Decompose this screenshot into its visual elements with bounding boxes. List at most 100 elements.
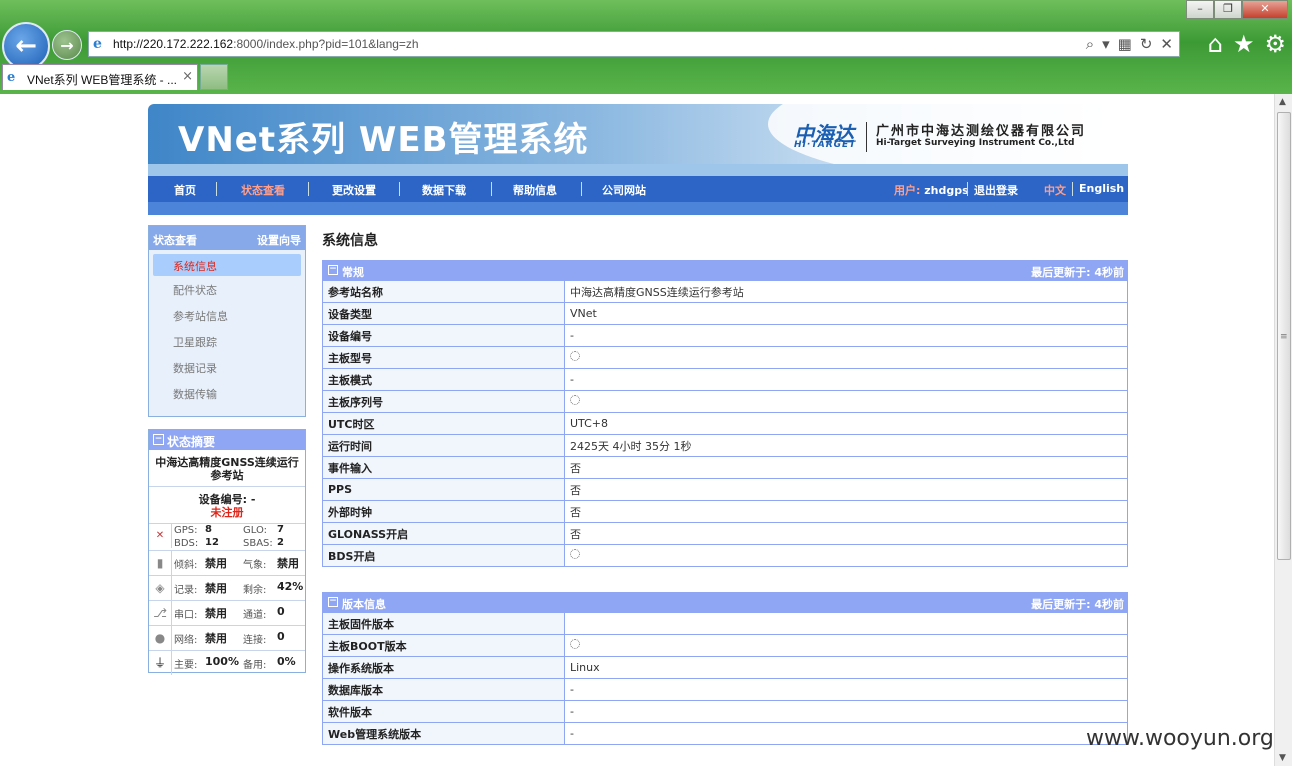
sidebar-item-data-transfer[interactable]: 数据传输 [149, 380, 305, 406]
row-label: 主板序列号 [322, 390, 565, 413]
url-text[interactable]: http://220.172.222.162:8000/index.php?pi… [113, 37, 419, 51]
watermark: www.wooyun.org [1086, 726, 1274, 751]
arrow-right-icon: → [60, 35, 74, 55]
scroll-grip-icon: ≡ [1280, 332, 1288, 342]
vertical-scrollbar[interactable]: ▲ ≡ ▼ [1274, 94, 1292, 766]
company-logo-en: HI·TARGET [794, 140, 857, 150]
nav-help[interactable]: 帮助信息 [513, 182, 557, 198]
sidebar-header: 状态查看 设置向导 [149, 226, 305, 250]
general-info-table: 参考站名称 中海达高精度GNSS连续运行参考站 设备类型 VNet 设备编号 - 主板型号主… [322, 280, 1128, 567]
scroll-down-icon[interactable]: ▼ [1279, 753, 1286, 763]
favorites-star-icon[interactable]: ★ [1233, 30, 1255, 58]
version-panel-header[interactable]: − 版本信息 最后更新于: 4秒前 [322, 592, 1128, 612]
nav-divider [491, 182, 492, 196]
row-label: 数据库版本 [322, 678, 565, 701]
status-summary-header[interactable]: − 状态摘要 [149, 430, 305, 450]
row-value: - [564, 324, 1128, 347]
lang-english[interactable]: English [1079, 182, 1124, 195]
row-label: 参考站名称 [322, 280, 565, 303]
logout-link[interactable]: 退出登录 [974, 182, 1018, 198]
station-name: 中海达高精度GNSS连续运行参考站 [149, 450, 305, 487]
nav-company-site[interactable]: 公司网站 [602, 182, 646, 198]
current-user: 用户: zhdgps [894, 184, 969, 197]
row-value: 否 [564, 500, 1128, 523]
nav-home[interactable]: 首页 [174, 182, 196, 198]
row-label: 事件输入 [322, 456, 565, 479]
window-controls: – ❐ ✕ [1186, 0, 1288, 19]
chevron-down-icon[interactable]: ▾ [1102, 35, 1110, 53]
collapse-icon[interactable]: − [328, 597, 338, 607]
row-value: 2425天 4小时 35分 1秒 [564, 434, 1128, 457]
row-value: UTC+8 [564, 412, 1128, 435]
row-label: 外部时钟 [322, 500, 565, 523]
compatibility-view-icon[interactable]: ▦ [1118, 35, 1132, 53]
row-value [564, 544, 1128, 567]
collapse-icon[interactable]: − [153, 434, 164, 445]
satellite-row: ✕ GPS: 8 GLO: 7 BDS: 12 SBAS: 2 [149, 524, 305, 551]
sidebar-item-accessory-status[interactable]: 配件状态 [149, 276, 305, 302]
nav-settings[interactable]: 更改设置 [332, 182, 376, 198]
new-tab-button[interactable] [200, 64, 228, 90]
close-window-button[interactable]: ✕ [1242, 0, 1288, 19]
back-button[interactable]: ← [2, 22, 50, 70]
arrow-left-icon: ← [15, 31, 37, 61]
status-summary: − 状态摘要 中海达高精度GNSS连续运行参考站 设备编号: - 未注册 ✕ G… [148, 429, 306, 675]
nav-download[interactable]: 数据下载 [422, 182, 466, 198]
scroll-up-icon[interactable]: ▲ [1279, 97, 1286, 107]
version-info-table: 主板固件版本 主板BOOT版本 操作系统版本 Linux 数据库版本 - 软件版本 - Web管… [322, 612, 1128, 745]
row-value: - [564, 368, 1128, 391]
row-label: UTC时区 [322, 412, 565, 435]
row-label: 操作系统版本 [322, 656, 565, 679]
sidebar-item-system-info[interactable]: 系统信息 [153, 254, 301, 276]
sidebar-item-satellite-tracking[interactable]: 卫星跟踪 [149, 328, 305, 354]
row-value [564, 390, 1128, 413]
nav-divider [1072, 182, 1073, 196]
home-icon[interactable]: ⌂ [1208, 30, 1223, 58]
table-row: UTC时区 UTC+8 [322, 412, 1128, 435]
table-row: 设备编号 - [322, 324, 1128, 347]
sidebar-item-station-info[interactable]: 参考站信息 [149, 302, 305, 328]
table-row: 主板固件版本 [322, 612, 1128, 635]
nav-divider [967, 182, 968, 196]
forward-button[interactable]: → [52, 30, 82, 60]
main-nav: 首页 状态查看 更改设置 数据下载 帮助信息 公司网站 用户: zhdgps 退… [148, 176, 1128, 202]
sidebar-item-data-logging[interactable]: 数据记录 [149, 354, 305, 380]
row-label: Web管理系统版本 [322, 722, 565, 745]
nav-divider [216, 182, 217, 196]
table-row: 设备类型 VNet [322, 302, 1128, 325]
row-value: - [564, 700, 1128, 723]
gear-icon[interactable]: ⚙ [1264, 30, 1286, 58]
row-label: PPS [322, 478, 565, 501]
row-value: 否 [564, 478, 1128, 501]
sidebar-menu: 状态查看 设置向导 系统信息 配件状态 参考站信息 卫星跟踪 数据记录 数据传输 [148, 225, 306, 417]
version-info-panel: − 版本信息 最后更新于: 4秒前 主板固件版本 主板BOOT版本 操作系统版本 Li… [322, 592, 1128, 745]
row-label: GLONASS开启 [322, 522, 565, 545]
row-value: - [564, 722, 1128, 745]
collapse-icon[interactable]: − [328, 265, 338, 275]
sensor-row: ▮ 倾斜: 禁用 气象: 禁用 [149, 551, 305, 576]
row-label: 设备编号 [322, 324, 565, 347]
restore-button[interactable]: ❐ [1214, 0, 1242, 19]
table-row: 参考站名称 中海达高精度GNSS连续运行参考站 [322, 280, 1128, 303]
lang-chinese[interactable]: 中文 [1044, 182, 1066, 198]
minimize-button[interactable]: – [1186, 0, 1214, 19]
nav-status[interactable]: 状态查看 [241, 182, 285, 198]
browser-chrome: – ❐ ✕ ← → e http://220.172.222.162:8000/… [0, 0, 1292, 94]
general-panel-header[interactable]: − 常规 最后更新于: 4秒前 [322, 260, 1128, 280]
device-info: 设备编号: - 未注册 [149, 487, 305, 524]
globe-icon: ● [149, 626, 172, 650]
last-updated: 最后更新于: 4秒前 [1031, 266, 1124, 279]
last-updated: 最后更新于: 4秒前 [1031, 598, 1124, 611]
browser-tab[interactable]: e VNet系列 WEB管理系统 - ... × [2, 64, 198, 90]
network-row: ● 网络: 禁用 连接: 0 [149, 626, 305, 651]
loading-spinner-icon [570, 351, 580, 361]
refresh-icon[interactable]: ↻ [1140, 35, 1153, 53]
toolbar-icons: ⌂ ★ ⚙ [1208, 30, 1286, 58]
sidebar-title: 状态查看 [153, 234, 197, 247]
table-row: 主板模式 - [322, 368, 1128, 391]
setup-wizard-link[interactable]: 设置向导 [257, 232, 301, 248]
stop-icon[interactable]: ✕ [1160, 35, 1173, 53]
close-tab-icon[interactable]: × [182, 69, 193, 84]
address-bar[interactable]: e http://220.172.222.162:8000/index.php?… [88, 31, 1180, 57]
search-icon[interactable]: ⌕ [1086, 35, 1094, 53]
